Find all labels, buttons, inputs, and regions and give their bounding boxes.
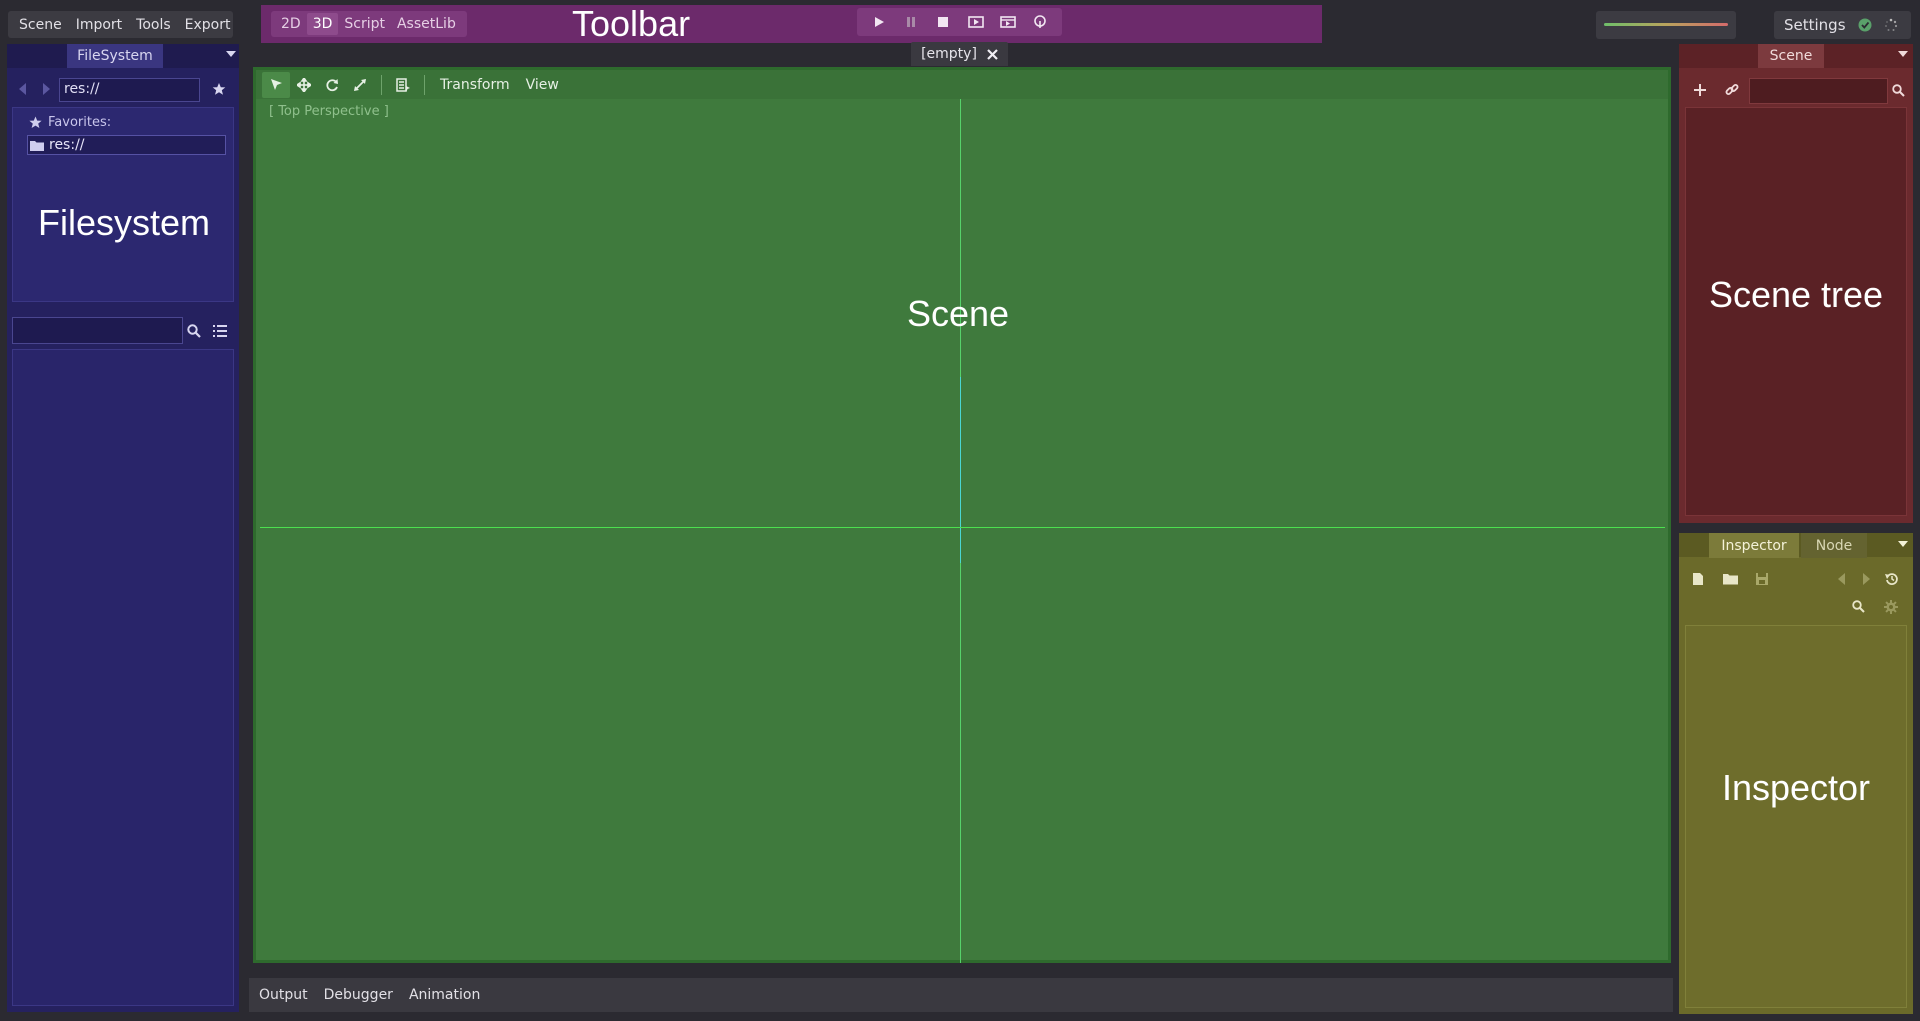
toolbar-region-label: Toolbar: [572, 3, 691, 44]
scale-tool-icon[interactable]: [346, 72, 374, 98]
list-select-icon[interactable]: [389, 72, 417, 98]
tab-assetlib[interactable]: AssetLib: [391, 13, 462, 35]
open-folder-icon[interactable]: [1723, 572, 1738, 585]
search-icon[interactable]: [187, 324, 201, 338]
toolbar-divider: [381, 74, 382, 95]
filesystem-region-label: Filesystem: [37, 202, 211, 243]
tab-animation[interactable]: Animation: [409, 987, 480, 1003]
history-icon[interactable]: [1885, 572, 1899, 586]
tree-item-label: res://: [49, 137, 85, 153]
rotate-tool-icon[interactable]: [318, 72, 346, 98]
check-icon: [1858, 18, 1872, 32]
menu-import[interactable]: Import: [69, 17, 129, 33]
move-tool-icon[interactable]: [290, 72, 318, 98]
play-icon[interactable]: [869, 12, 889, 32]
pause-icon[interactable]: [901, 12, 921, 32]
favorite-star-icon[interactable]: [212, 82, 226, 96]
tab-output[interactable]: Output: [259, 987, 308, 1003]
inspector-dock: Inspector Node Inspector: [1679, 533, 1913, 1014]
tab-3d[interactable]: 3D: [306, 13, 339, 35]
path-field[interactable]: res://: [59, 78, 200, 102]
select-tool-icon[interactable]: [262, 71, 290, 98]
gear-icon[interactable]: [1884, 600, 1898, 614]
folder-icon: [30, 139, 44, 151]
dock-menu-arrow-icon[interactable]: [226, 50, 236, 58]
z-axis-line: [960, 377, 961, 563]
x-axis-line: [260, 527, 1665, 528]
favorites-label: Favorites:: [48, 115, 112, 130]
play-scene-icon[interactable]: [966, 12, 986, 32]
scene-tree-dock: Scene Scene tree: [1679, 44, 1913, 523]
perspective-label[interactable]: [ Top Perspective ]: [269, 104, 389, 119]
menu-export[interactable]: Export: [178, 17, 238, 33]
tree-item-res-root[interactable]: res://: [27, 135, 226, 155]
main-menu-bar: Scene Import Tools Export: [8, 11, 233, 38]
new-resource-icon[interactable]: [1692, 572, 1704, 586]
link-icon[interactable]: [1725, 83, 1739, 97]
settings-label: Settings: [1784, 16, 1846, 34]
tab-2d[interactable]: 2D: [275, 13, 307, 35]
history-forward-icon[interactable]: [1862, 573, 1870, 585]
back-arrow-icon[interactable]: [19, 83, 27, 95]
spinner-icon: [1884, 18, 1898, 32]
tab-inspector[interactable]: Inspector: [1709, 533, 1799, 558]
settings-menu[interactable]: Settings: [1774, 11, 1911, 39]
scene-viewport[interactable]: Transform View [ Top Perspective ] Scene: [253, 67, 1671, 963]
toolbar-divider: [424, 74, 425, 95]
scene-tree-region-label: Scene tree: [1708, 274, 1884, 315]
toolbar-region: 2D 3D Script AssetLib Toolbar: [261, 3, 1322, 44]
filesystem-tree: Favorites: res:// Filesystem: [12, 107, 234, 302]
dock-menu-arrow-icon[interactable]: [1898, 540, 1908, 548]
menu-scene[interactable]: Scene: [12, 17, 69, 33]
search-icon[interactable]: [1852, 600, 1865, 613]
tab-node[interactable]: Node: [1801, 533, 1867, 558]
workspace-tabs: 2D 3D Script AssetLib: [271, 11, 467, 37]
scene-region-label: Scene: [907, 293, 1010, 334]
scene-tab[interactable]: [empty]: [911, 42, 1008, 66]
inspector-region-label: Inspector: [1721, 767, 1871, 808]
save-icon[interactable]: [1755, 572, 1769, 586]
filesystem-dock: FileSystem res:// Favorites: res:// File…: [7, 44, 239, 1012]
file-search-input[interactable]: [12, 317, 183, 344]
dock-menu-arrow-icon[interactable]: [1898, 50, 1908, 58]
forward-arrow-icon[interactable]: [42, 83, 50, 95]
star-icon: [29, 116, 42, 129]
viewport-toolbar: Transform View: [256, 70, 1668, 99]
tab-scene[interactable]: Scene: [1758, 44, 1824, 68]
play-controls: [857, 8, 1062, 36]
add-node-icon[interactable]: [1693, 83, 1707, 97]
transform-menu[interactable]: Transform: [440, 77, 510, 93]
scene-tab-label: [empty]: [921, 46, 977, 62]
list-view-icon[interactable]: [213, 325, 227, 337]
file-list: [12, 349, 234, 1006]
tab-filesystem[interactable]: FileSystem: [67, 44, 163, 68]
stop-icon[interactable]: [933, 12, 953, 32]
close-icon[interactable]: [987, 48, 998, 60]
update-progress: [1596, 11, 1736, 39]
menu-tools[interactable]: Tools: [129, 17, 178, 33]
favorites-row[interactable]: Favorites:: [29, 115, 111, 130]
view-menu[interactable]: View: [526, 77, 559, 93]
history-back-icon[interactable]: [1838, 573, 1846, 585]
remote-debug-icon[interactable]: [1030, 12, 1050, 32]
bottom-panel-bar: Output Debugger Animation: [249, 978, 1673, 1012]
tab-debugger[interactable]: Debugger: [324, 987, 393, 1003]
tab-script[interactable]: Script: [338, 13, 391, 35]
play-custom-scene-icon[interactable]: [998, 12, 1018, 32]
search-icon[interactable]: [1892, 84, 1905, 97]
inspector-panel: [1685, 625, 1907, 1008]
scene-filter-input[interactable]: [1749, 78, 1888, 104]
progress-track: [1604, 23, 1728, 26]
